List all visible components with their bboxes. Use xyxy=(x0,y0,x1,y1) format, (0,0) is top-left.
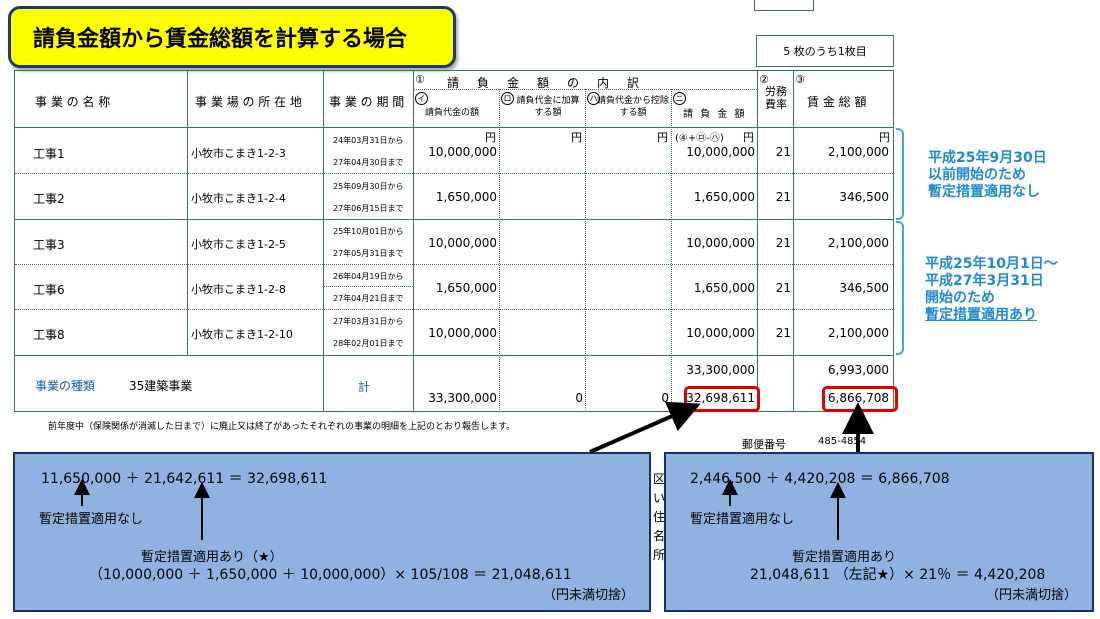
arrows-overlay xyxy=(74,401,874,540)
arrow-to-kingaku xyxy=(589,401,701,454)
